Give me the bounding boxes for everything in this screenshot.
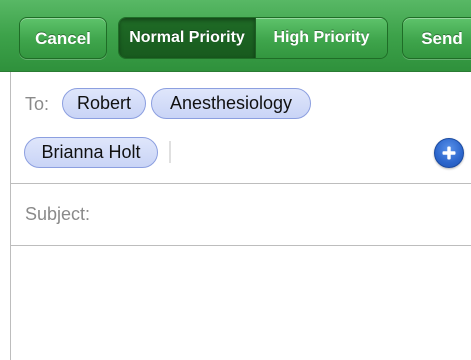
compose-toolbar: Cancel Normal Priority High Priority Sen…: [0, 0, 471, 72]
plus-circle-icon: [442, 146, 456, 160]
recipient-token-robert[interactable]: Robert: [62, 88, 146, 119]
cancel-button[interactable]: Cancel: [19, 17, 107, 59]
add-recipient-button[interactable]: [434, 138, 464, 168]
left-edge-border: [0, 72, 11, 360]
recipient-token-brianna-holt[interactable]: Brianna Holt: [24, 137, 158, 168]
high-priority-segment[interactable]: High Priority: [256, 18, 387, 58]
recipient-input-cursor[interactable]: [169, 141, 171, 163]
recipient-token-anesthesiology[interactable]: Anesthesiology: [151, 88, 311, 119]
normal-priority-segment[interactable]: Normal Priority: [119, 18, 256, 58]
recipients-divider: [11, 183, 471, 184]
compose-message-screen: Cancel Normal Priority High Priority Sen…: [0, 0, 471, 360]
send-button[interactable]: Send: [402, 17, 471, 59]
to-label: To:: [25, 94, 50, 114]
subject-label: Subject:: [25, 204, 91, 224]
message-body-field[interactable]: [12, 246, 471, 360]
priority-segmented-control: Normal Priority High Priority: [118, 17, 388, 59]
